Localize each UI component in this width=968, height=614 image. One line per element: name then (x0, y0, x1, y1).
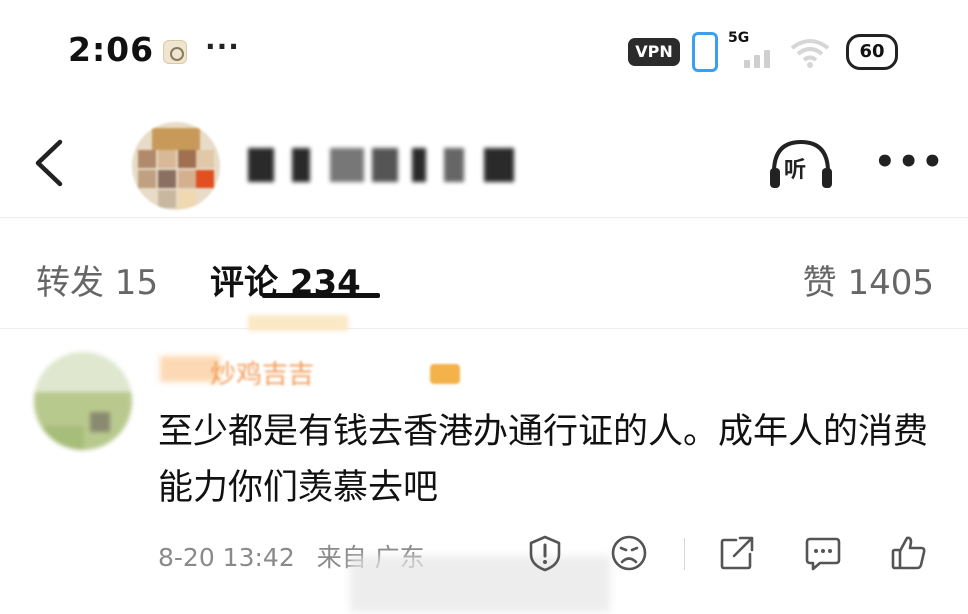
status-time: 2:06 (68, 30, 155, 69)
status-bar: 2:06 ··· VPN 5G 60 (0, 0, 968, 100)
back-arrow-icon[interactable] (30, 138, 70, 188)
vpn-icon: VPN (628, 38, 680, 66)
author-name-redacted[interactable] (248, 148, 518, 182)
status-more-icon: ··· (205, 30, 240, 63)
author-avatar[interactable] (132, 122, 220, 210)
app-notification-icon (163, 40, 187, 64)
commenter-badge-icon (430, 364, 460, 384)
report-icon[interactable] (526, 534, 564, 572)
tab-likes[interactable]: 赞 1405 (803, 255, 934, 304)
commenter-name[interactable]: 炒鸡吉吉 (210, 354, 314, 391)
network-type-label: 5G (728, 30, 750, 46)
meta-redaction-smudge (350, 556, 610, 612)
tab-highlight-smudge (248, 315, 348, 331)
dislike-face-icon[interactable] (610, 534, 648, 572)
battery-icon: 60 (846, 34, 898, 70)
phone-vibrate-icon (692, 32, 718, 72)
listen-label: 听 (784, 158, 807, 183)
comment-text: 至少都是有钱去香港办通行证的人。成年人的消费能力你们羡慕去吧 (158, 412, 929, 508)
action-divider (684, 538, 685, 570)
more-options-icon[interactable]: ••• (874, 145, 945, 179)
comment-item: 炒鸡吉吉 至少都是有钱去香港办通行证的人。成年人的消费能力你们羡慕去吧 8-20… (0, 330, 968, 614)
post-tabs: 转发 15 评论 234 赞 1405 (0, 219, 968, 331)
signal-icon (730, 46, 776, 68)
post-header: 听 ••• (0, 100, 968, 218)
like-thumb-icon[interactable] (890, 534, 928, 572)
commenter-avatar[interactable] (34, 352, 132, 450)
reply-icon[interactable] (804, 534, 842, 572)
active-tab-indicator (262, 293, 380, 298)
share-icon[interactable] (718, 534, 756, 572)
tab-reposts[interactable]: 转发 15 (36, 255, 158, 304)
comment-timestamp: 8-20 13:42 (158, 543, 295, 572)
wifi-icon (790, 39, 830, 68)
